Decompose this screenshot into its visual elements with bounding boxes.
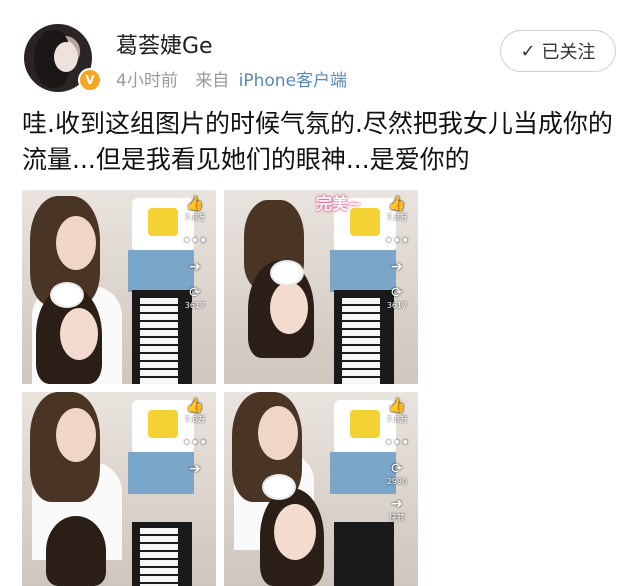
photo-1[interactable]: 👍 7.8万 ••• ➜ ⟳ 3617 — [22, 190, 216, 384]
followed-button[interactable]: ✓ 已关注 — [500, 30, 616, 72]
photo-2[interactable]: 完美~ 👍 7.8万 ••• ➜ ⟳ 3617 — [224, 190, 418, 384]
share-icon[interactable]: ➜ — [182, 259, 208, 275]
like-icon[interactable]: 👍 7.8万 — [182, 398, 208, 425]
video-side-icons: 👍 7.8万 ••• ➜ ⟳ 3617 — [182, 196, 212, 320]
girl-face — [60, 308, 98, 360]
more-icon[interactable]: ••• — [182, 435, 208, 451]
photo-4[interactable]: 👍 7.8万 ••• ⟳ 2990 ➜ 快转 — [224, 392, 418, 586]
repost-icon[interactable]: ⟳ 3617 — [384, 285, 410, 310]
shirt-print — [148, 410, 178, 438]
like-icon[interactable]: 👍 7.8万 — [384, 398, 410, 425]
hair-bow — [52, 284, 82, 306]
share-label: 快转 — [389, 513, 405, 522]
photo-grid: 👍 7.8万 ••• ➜ ⟳ 3617 完美~ 👍 7.8万 ••• ➜ ⟳ 3617 — [22, 190, 418, 586]
like-count: 7.8万 — [386, 213, 408, 222]
repost-icon[interactable]: ⟳ 2990 — [384, 461, 410, 486]
repost-icon[interactable]: ⟳ 3617 — [182, 285, 208, 310]
like-icon[interactable]: 👍 7.8万 — [182, 196, 208, 223]
piano-keys — [342, 298, 380, 384]
girl-face — [270, 282, 308, 334]
verified-badge-icon: V — [78, 68, 102, 92]
video-side-icons: 👍 7.8万 ••• ➜ ⟳ 3617 — [384, 196, 414, 320]
post-header: V 葛荟婕Ge 4小时前 来自 iPhone客户端 ✓ 已关注 — [0, 0, 640, 100]
share-count: 3617 — [386, 301, 408, 310]
woman-face — [56, 216, 96, 270]
woman-face — [56, 408, 96, 462]
avatar-face — [54, 42, 78, 72]
share-count: 2990 — [386, 477, 408, 486]
source-from-label: 来自 — [195, 71, 230, 91]
hair-bow — [272, 262, 302, 284]
shirt-print — [148, 208, 178, 236]
share-icon[interactable]: ➜ — [182, 461, 208, 477]
piano-keys — [140, 528, 178, 586]
woman-face — [258, 406, 298, 460]
username[interactable]: 葛荟婕Ge — [116, 28, 213, 60]
post-time: 4小时前 — [116, 71, 178, 91]
share-icon[interactable]: ➜ — [384, 259, 410, 275]
more-icon[interactable]: ••• — [182, 233, 208, 249]
check-icon: ✓ — [520, 40, 536, 62]
video-side-icons: 👍 7.8万 ••• ➜ — [182, 398, 212, 487]
followed-label: 已关注 — [541, 42, 596, 63]
shirt-print — [350, 410, 380, 438]
share-icon[interactable]: ➜ 快转 — [384, 496, 410, 523]
hair-bow — [264, 476, 294, 498]
girl-face — [274, 504, 316, 560]
more-icon[interactable]: ••• — [384, 233, 410, 249]
piano-keys — [140, 298, 178, 384]
post-text: 哇.收到这组图片的时候气氛的.尽然把我女儿当成你的流量...但是我看见她们的眼神… — [22, 109, 613, 174]
post-meta: 4小时前 来自 iPhone客户端 — [116, 66, 347, 91]
like-icon[interactable]: 👍 7.8万 — [384, 196, 410, 223]
source-client-link[interactable]: iPhone客户端 — [239, 71, 347, 91]
video-side-icons: 👍 7.8万 ••• ⟳ 2990 ➜ 快转 — [384, 398, 414, 533]
photo-3[interactable]: 👍 7.8万 ••• ➜ — [22, 392, 216, 586]
more-icon[interactable]: ••• — [384, 435, 410, 451]
like-count: 7.8万 — [184, 415, 206, 424]
like-count: 7.8万 — [386, 415, 408, 424]
video-caption: 完美~ — [316, 194, 362, 213]
share-count: 3617 — [184, 301, 206, 310]
like-count: 7.8万 — [184, 213, 206, 222]
girl-hair — [46, 516, 106, 586]
